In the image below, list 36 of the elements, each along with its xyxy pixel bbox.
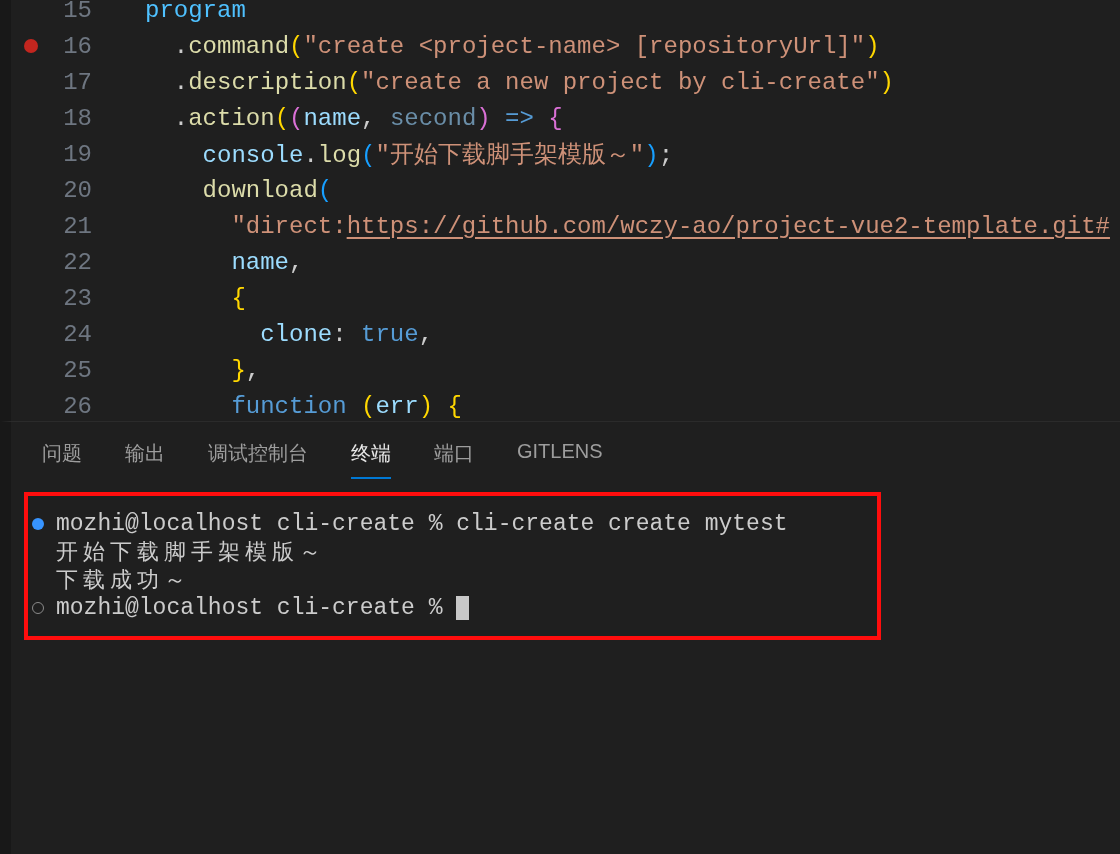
code-line: clone: true, xyxy=(259,320,435,348)
line-number: 19 xyxy=(62,140,92,168)
command-status-dot-icon[interactable] xyxy=(32,518,44,530)
line-number: 17 xyxy=(62,68,92,96)
breakpoint-icon[interactable] xyxy=(24,39,38,53)
code-line: .command("create <project-name> [repositoryUrl]") xyxy=(172,32,881,60)
code-line: function (err) { xyxy=(230,392,463,420)
line-number: 15 xyxy=(62,0,92,24)
code-line: .action((name, second) => { xyxy=(172,104,564,132)
panel-tab[interactable]: 终端 xyxy=(351,440,391,479)
code-line: download( xyxy=(201,176,334,204)
code-line: }, xyxy=(230,356,262,384)
line-number: 23 xyxy=(62,284,92,312)
panel-tab[interactable]: 调试控制台 xyxy=(208,440,308,479)
line-number: 20 xyxy=(62,176,92,204)
line-number: 16 xyxy=(62,32,92,60)
code-line: "direct:https://github.com/wczy-ao/project-vue2-template.git# xyxy=(230,212,1111,240)
code-line: program xyxy=(145,0,247,24)
code-line: name, xyxy=(230,248,305,276)
line-number: 24 xyxy=(62,320,92,348)
panel-tab[interactable]: 输出 xyxy=(125,440,165,479)
code-line: console.log("开始下载脚手架模版～"); xyxy=(201,141,675,170)
panel-tab[interactable]: GITLENS xyxy=(517,440,603,475)
terminal-output: 开始下载脚手架模版～ xyxy=(56,539,326,567)
terminal-prompt: mozhi@localhost cli-create % cli-create create mytest xyxy=(56,511,788,537)
line-number: 22 xyxy=(62,248,92,276)
line-number: 21 xyxy=(62,212,92,240)
terminal-output: 下载成功～ xyxy=(56,568,191,595)
terminal-prompt: mozhi@localhost cli-create % xyxy=(56,595,443,621)
panel-tab[interactable]: 端口 xyxy=(434,440,474,479)
panel-tab[interactable]: 问题 xyxy=(42,440,82,479)
line-number: 25 xyxy=(62,356,92,384)
code-line: .description("create a new project by cli-create") xyxy=(172,68,895,96)
line-number: 26 xyxy=(62,392,92,420)
line-number: 18 xyxy=(62,104,92,132)
code-line: { xyxy=(230,284,247,312)
